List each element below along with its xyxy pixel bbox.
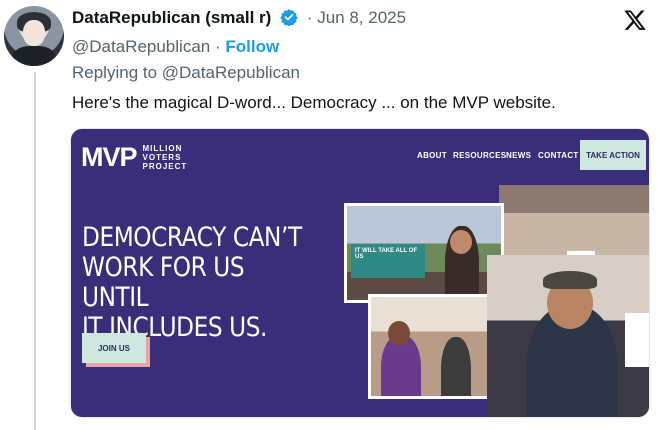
join-us-button: JOIN US: [82, 333, 146, 363]
logo-sub-line: MILLION: [142, 143, 183, 153]
x-logo-icon[interactable]: [623, 8, 647, 32]
verified-badge-icon: [280, 9, 298, 26]
headline-line: WORK FOR US UNTIL: [82, 252, 245, 313]
handle-row: @DataRepublican · Follow: [72, 37, 279, 57]
mvp-logo-subtitle: MILLION VOTERS PROJECT: [143, 144, 188, 171]
mvp-logo-mark: MVP: [81, 141, 138, 172]
handle-separator: ·: [214, 37, 221, 56]
logo-sub-line: PROJECT: [142, 161, 188, 171]
nav-resources: RESOURCES: [453, 151, 507, 160]
headline-line: DEMOCRACY CAN’T: [82, 222, 302, 253]
separator-dot: ·: [306, 8, 313, 27]
avatar-face: [23, 20, 45, 46]
rally-person: [441, 337, 471, 396]
rally-photo-banner: IT WILL TAKE ALL OF US: [344, 203, 504, 303]
rally-sign: [625, 313, 649, 367]
tweet-date[interactable]: Jun 8, 2025: [317, 8, 406, 27]
website-headline: DEMOCRACY CAN’T WORK FOR US UNTIL IT INC…: [82, 223, 306, 343]
rally-person-cap: [543, 271, 597, 289]
rally-photo-foreground: [487, 255, 649, 417]
nav-contact: CONTACT: [538, 151, 579, 160]
thread-line: [34, 72, 36, 430]
take-action-button: TAKE ACTION: [580, 140, 646, 170]
rally-banner: IT WILL TAKE ALL OF US: [351, 244, 425, 278]
author-display-name[interactable]: DataRepublican (small r): [72, 8, 271, 27]
rally-person-face: [450, 230, 472, 254]
logo-sub-line: VOTERS: [142, 152, 182, 162]
follow-button[interactable]: Follow: [225, 37, 279, 56]
nav-about: ABOUT: [417, 151, 447, 160]
tweet-header: DataRepublican (small r) · Jun 8, 2025: [72, 8, 659, 32]
avatar-suit: [12, 46, 56, 66]
rally-person-face: [388, 321, 410, 345]
tweet-text: Here's the magical D-word... Democracy .…: [72, 93, 556, 112]
author-avatar[interactable]: [4, 6, 64, 66]
replying-to[interactable]: Replying to @DataRepublican: [72, 63, 300, 83]
embedded-website-screenshot[interactable]: MVP MILLION VOTERS PROJECT ABOUT RESOURC…: [70, 128, 650, 418]
author-handle[interactable]: @DataRepublican: [72, 37, 210, 56]
nav-news: NEWS: [506, 151, 532, 160]
mvp-logo: MVP MILLION VOTERS PROJECT: [81, 139, 187, 175]
